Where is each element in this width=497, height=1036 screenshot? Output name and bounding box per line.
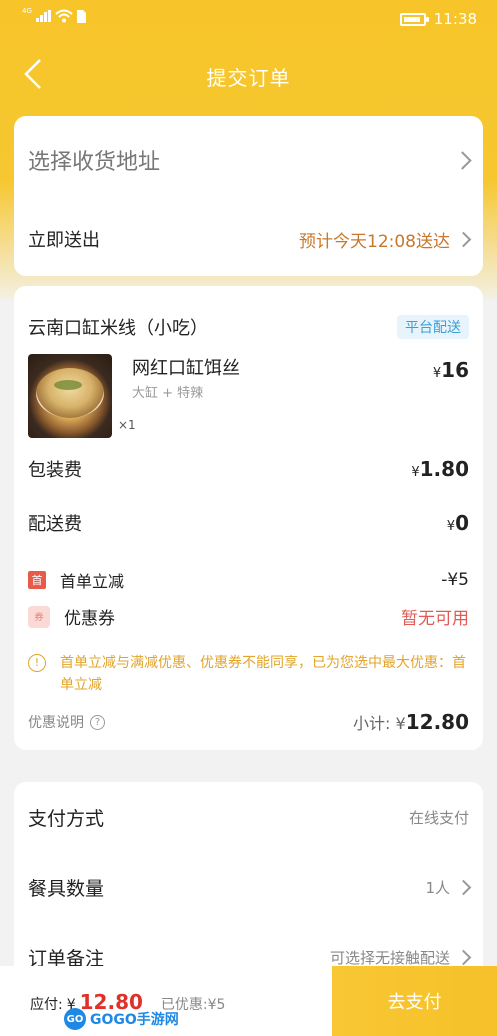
watermark-text: GOGO手游网 — [90, 1012, 179, 1028]
first-order-discount-label: 首单立减 — [60, 572, 125, 591]
status-icons-left: 4G — [22, 7, 86, 23]
status-icons-right: 11:38 — [399, 10, 477, 28]
address-card: 选择收货地址 立即送出 预计今天12:08送达 — [14, 116, 483, 276]
watermark: GO GOGO手游网 — [64, 1008, 179, 1030]
delivery-fee-label: 配送费 — [28, 514, 82, 535]
delivery-time-row[interactable]: 立即送出 预计今天12:08送达 — [28, 224, 472, 254]
wifi-icon — [55, 9, 73, 23]
bowl-graphic — [36, 368, 104, 418]
order-remark-value: 可选择无接触配送 — [329, 947, 472, 968]
food-price: ¥16 — [433, 358, 469, 382]
chevron-right-icon — [453, 150, 472, 170]
utensils-row[interactable]: 餐具数量 1人 — [28, 874, 472, 901]
subtotal-row: 优惠说明 ? 小计: ¥12.80 — [28, 710, 469, 734]
payment-card: 支付方式 在线支付 餐具数量 1人 订单备注 可选择无接触配送 — [14, 782, 483, 982]
currency-symbol: ¥ — [411, 465, 420, 480]
currency-symbol: ¥ — [395, 714, 406, 733]
shop-row: 云南口缸米线（小吃） 平台配送 — [28, 314, 469, 340]
greens-graphic — [54, 380, 82, 390]
order-card: 云南口缸米线（小吃） 平台配送 网红口缸饵丝 大缸 + 特辣 ×1 ¥16 包装… — [14, 286, 483, 750]
eta-label: 预计今天12:08送达 — [299, 231, 450, 252]
coupon: 券 优惠券 — [28, 604, 115, 629]
nav-bar: 提交订单 — [0, 48, 497, 100]
utensils-label: 餐具数量 — [28, 878, 105, 900]
utensils-value: 1人 — [425, 877, 472, 898]
food-quantity: ×1 — [118, 418, 136, 432]
packaging-fee-amount: 1.80 — [419, 457, 469, 481]
select-address-label: 选择收货地址 — [28, 150, 161, 175]
first-order-discount-row: 首 首单立减 -¥5 — [28, 568, 469, 592]
currency-symbol: ¥ — [432, 366, 442, 381]
subtotal: 小计: ¥12.80 — [353, 710, 469, 734]
page-title: 提交订单 — [206, 66, 291, 90]
subtotal-value: 12.80 — [405, 710, 469, 734]
signal-icon — [35, 10, 51, 22]
food-price-value: 16 — [441, 358, 469, 382]
coupon-value: 暂无可用 — [401, 609, 469, 629]
watermark-logo-icon: GO — [64, 1008, 86, 1030]
chevron-right-icon — [455, 879, 472, 896]
discount-explain-link[interactable]: 优惠说明 ? — [28, 712, 105, 732]
battery-icon — [399, 12, 429, 26]
subtotal-label: 小计: — [353, 714, 391, 733]
sim-icon — [76, 9, 86, 23]
chevron-right-icon — [455, 949, 472, 966]
currency-symbol: ¥ — [446, 519, 456, 534]
coupon-label: 优惠券 — [64, 609, 115, 629]
coupon-row[interactable]: 券 优惠券 暂无可用 — [28, 604, 469, 629]
food-spec: 大缸 + 特辣 — [132, 386, 204, 401]
first-order-discount: 首 首单立减 — [28, 568, 124, 592]
first-order-discount-value: -¥5 — [441, 570, 469, 590]
packaging-fee-value: ¥1.80 — [411, 457, 469, 481]
status-bar: 4G 11:38 — [0, 0, 497, 40]
question-icon: ? — [90, 714, 105, 730]
food-name: 网红口缸饵丝 — [132, 358, 240, 379]
first-order-tag-icon: 首 — [28, 571, 46, 589]
coupon-tag-icon: 券 — [28, 605, 50, 628]
clock: 11:38 — [433, 10, 477, 28]
amount-due-label: 应付: — [30, 997, 63, 1013]
payment-method-row[interactable]: 支付方式 在线支付 — [28, 804, 469, 831]
platform-delivery-badge: 平台配送 — [397, 315, 469, 339]
shop-name: 云南口缸米线（小吃） — [28, 318, 208, 339]
payment-method-label: 支付方式 — [28, 808, 105, 830]
chevron-right-icon — [455, 231, 472, 247]
network-type: 4G — [22, 7, 32, 15]
discount-notice: ! 首单立减与满减优惠、优惠券不能同享，已为您选中最大优惠：首单立减 — [28, 652, 469, 696]
select-address-row[interactable]: 选择收货地址 — [28, 140, 472, 180]
food-image — [28, 354, 112, 438]
utensils-count: 1人 — [425, 879, 450, 897]
discount-explain-label: 优惠说明 — [28, 715, 84, 731]
packaging-fee-label: 包装费 — [28, 460, 82, 481]
delivery-fee-value: ¥0 — [447, 511, 469, 535]
packaging-fee-row: 包装费 ¥1.80 — [28, 456, 469, 482]
discount-notice-text: 首单立减与满减优惠、优惠券不能同享，已为您选中最大优惠：首单立减 — [60, 655, 466, 693]
delivery-fee-amount: 0 — [455, 511, 469, 535]
deliver-now-label: 立即送出 — [28, 230, 100, 251]
order-remark-text: 可选择无接触配送 — [329, 949, 450, 967]
delivery-fee-row: 配送费 ¥0 — [28, 510, 469, 536]
payment-method-value: 在线支付 — [408, 809, 469, 827]
pay-button[interactable]: 去支付 — [332, 966, 497, 1036]
info-icon: ! — [28, 654, 46, 672]
eta-text: 预计今天12:08送达 — [299, 227, 472, 252]
